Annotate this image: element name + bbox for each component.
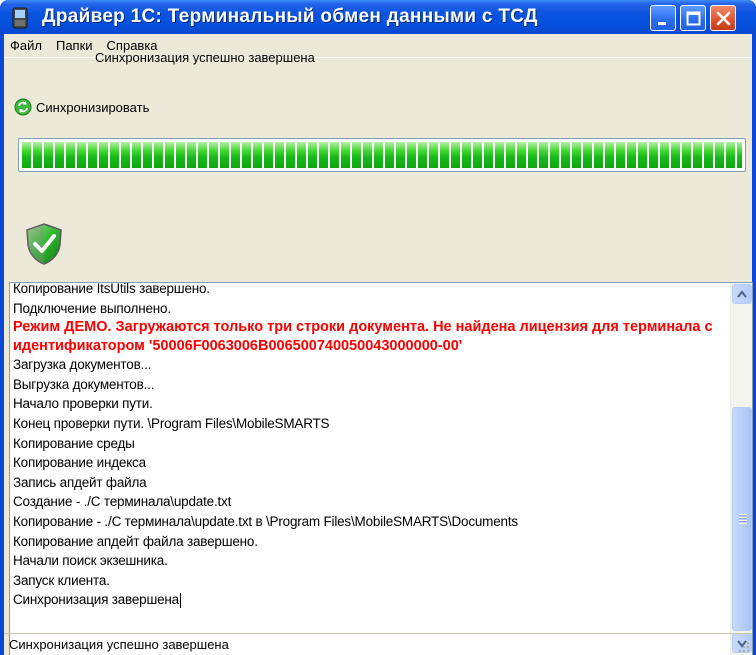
log-line: Создание - ./С терминала\update.txt <box>13 494 232 510</box>
scroll-up-button[interactable] <box>732 284 752 304</box>
log-line: Выгрузка документов... <box>13 376 155 392</box>
pda-device-icon <box>12 7 28 29</box>
menu-file[interactable]: Файл <box>4 34 48 58</box>
log-line: Копирование ItsUtils завершено. <box>13 282 210 296</box>
log-textarea[interactable]: Копирование ItsUtils завершено. Подключен… <box>9 282 753 655</box>
chevron-up-icon <box>737 290 747 298</box>
progress-bar <box>18 138 746 172</box>
log-line: Конец проверки пути. \Program Files\Mobi… <box>13 415 330 431</box>
shield-check-icon <box>26 223 62 265</box>
window-title: Драйвер 1С: Терминальный обмен данными с… <box>42 6 538 27</box>
app-window: Драйвер 1С: Терминальный обмен данными с… <box>0 0 756 655</box>
close-button[interactable] <box>710 5 736 31</box>
title-bar[interactable]: Драйвер 1С: Терминальный обмен данными с… <box>0 0 756 34</box>
close-icon <box>716 11 731 26</box>
progress-fill <box>22 142 742 168</box>
sync-button[interactable]: Синхронизировать <box>14 96 149 118</box>
status-row <box>24 222 64 266</box>
status-message: Синхронизация успешно завершена <box>95 50 315 65</box>
log-line: Синхронизация завершена <box>13 592 181 609</box>
client-area: Файл Папки Справка Синхронизировать Синх… <box>4 34 753 655</box>
log-line: Запуск клиента. <box>13 572 110 588</box>
maximize-button[interactable] <box>680 5 706 31</box>
log-line: Копирование - ./С терминала\update.txt в… <box>13 513 518 529</box>
log-line: Копирование среды <box>13 435 135 451</box>
scroll-thumb[interactable] <box>732 407 752 631</box>
statusbar-text: Синхронизация успешно завершена <box>9 637 229 652</box>
log-line: Запись апдейт файла <box>13 474 147 490</box>
log-line: Копирование индекса <box>13 455 146 471</box>
scroll-grip <box>739 514 747 524</box>
resize-grip-icon[interactable] <box>738 641 750 653</box>
maximize-icon <box>686 11 701 26</box>
minimize-button[interactable] <box>650 5 676 31</box>
status-bar: Синхронизация успешно завершена <box>4 633 752 655</box>
log-line: Начали поиск экзешника. <box>13 553 168 569</box>
minimize-icon <box>658 22 666 25</box>
log-line-warning: Режим ДЕМО. Загружаются только три строк… <box>13 319 713 354</box>
log-line: Копирование апдейт файла завершено. <box>13 533 258 549</box>
log-line: Загрузка документов... <box>13 357 152 373</box>
sync-icon <box>14 98 32 116</box>
sync-label: Синхронизировать <box>36 99 150 115</box>
vertical-scrollbar[interactable] <box>730 283 752 655</box>
log-line: Подключение выполнено. <box>13 300 171 316</box>
menu-folders[interactable]: Папки <box>50 34 99 58</box>
text-caret <box>179 593 181 609</box>
log-line: Начало проверки пути. <box>13 396 153 412</box>
log-lines: Копирование ItsUtils завершено. Подключен… <box>13 282 719 610</box>
